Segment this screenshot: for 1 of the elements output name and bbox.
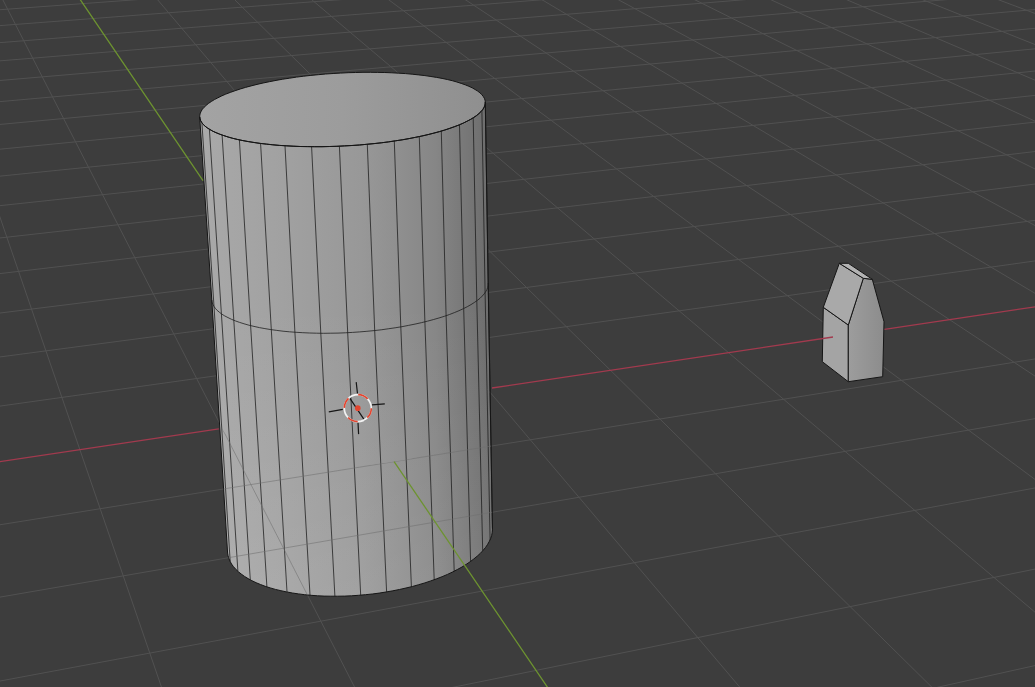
crosshair-cursor-icon <box>328 381 386 435</box>
